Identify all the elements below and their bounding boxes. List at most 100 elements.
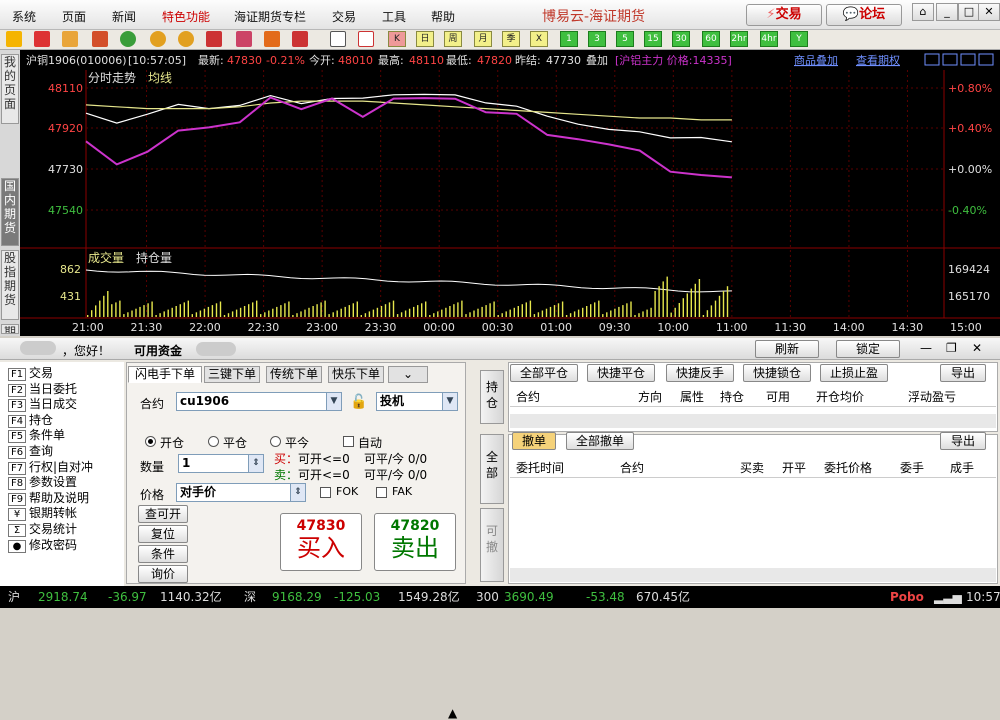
vtab-cancellable[interactable]: 可撤 [480,508,504,582]
qty-stepper[interactable]: 1 ⇕ [178,454,264,473]
nav-window-icon[interactable] [978,53,994,66]
side-tab-index-futures[interactable]: 股指期货 [1,250,19,320]
menu-haizheng[interactable]: 海证期货专栏 [234,8,306,25]
toolbar-key-60[interactable]: 60 [702,31,720,47]
home-icon[interactable] [34,31,50,47]
vtab-position[interactable]: 持仓 [480,370,504,424]
panel-close-icon[interactable]: ✕ [972,341,982,355]
tab-happy[interactable]: 快乐下单 [328,366,384,383]
fkey-item-11[interactable]: ● 修改密码 [8,538,77,553]
hedge-select[interactable]: 投机 ▼ [376,392,458,411]
price-select[interactable]: 对手价 ⇕ [176,483,306,502]
menu-page[interactable]: 页面 [62,8,86,25]
menu-help[interactable]: 帮助 [431,8,455,25]
toolbar-key-k[interactable]: K [388,31,406,47]
close-today-radio[interactable] [270,436,281,447]
back-icon[interactable] [6,31,22,47]
stepper-arrows-icon[interactable]: ⇕ [248,455,263,472]
fkey-item-5[interactable]: F6 查询 [8,444,53,459]
side-tab-domestic-futures[interactable]: 国内期货 [1,178,19,246]
sell-button[interactable]: 47820 卖出 [374,513,456,571]
export-positions-button[interactable]: 导出 [940,364,986,382]
fok-checkbox[interactable] [320,487,331,498]
tab-more-chevron-icon[interactable]: ⌄ [388,366,428,383]
commodity-overlay-link[interactable]: 商品叠加 [794,53,838,67]
home-icon[interactable]: ⌂ [912,3,934,21]
auto-checkbox[interactable] [343,436,354,447]
fkey-item-2[interactable]: F3 当日成交 [8,397,77,413]
fkey-item-3[interactable]: F4 持仓 [8,413,53,428]
toolbar-key-x[interactable]: X [530,31,548,47]
toolbar-key-15[interactable]: 15 [644,31,662,47]
unlock-icon[interactable]: 🔓 [350,394,367,410]
fkey-item-1[interactable]: F2 当日委托 [8,382,77,397]
toolbar-key-5[interactable]: 5 [616,31,634,47]
open-radio[interactable] [145,436,156,447]
stop-loss-button[interactable]: 止损止盈 [820,364,888,382]
panel-minimize-icon[interactable]: — [920,341,932,355]
toolbar-key-2hr[interactable]: 2hr [730,31,748,47]
orders-hscroll[interactable] [510,568,996,582]
nav-right-icon[interactable] [942,53,958,66]
menu-system[interactable]: 系统 [12,8,36,25]
nav-expand-icon[interactable] [960,53,976,66]
cancel-order-button[interactable]: 撤单 [512,432,556,450]
list-icon[interactable] [330,31,346,47]
close-icon[interactable]: ✕ [978,3,1000,21]
filter-icon[interactable] [292,31,308,47]
toolbar-key-season[interactable]: 季 [502,31,520,47]
close-all-button[interactable]: 全部平仓 [510,364,578,382]
zoom-in-icon[interactable] [150,31,166,47]
cancel-all-button[interactable]: 全部撤单 [566,432,634,450]
menu-tools[interactable]: 工具 [382,8,406,25]
fak-checkbox[interactable] [376,487,387,498]
toolbar-key-day[interactable]: 日 [416,31,434,47]
close-radio[interactable] [208,436,219,447]
tab-three-key[interactable]: 三键下单 [204,366,260,383]
minimize-icon[interactable]: _ [936,3,958,21]
menu-news[interactable]: 新闻 [112,8,136,25]
line-chart-icon[interactable] [358,31,374,47]
color-icon[interactable] [264,31,280,47]
toolbar-key-y[interactable]: Y [790,31,808,47]
maximize-icon[interactable]: □ [958,3,980,21]
refresh-icon[interactable] [120,31,136,47]
tab-flash-order[interactable]: 闪电手下单 [128,366,202,383]
fkey-item-6[interactable]: F7 行权|自对冲 [8,460,93,475]
quick-close-button[interactable]: 快捷平仓 [587,364,655,382]
collapse-up-icon[interactable]: ▲ [448,706,457,720]
view-options-link[interactable]: 查看期权 [856,53,900,67]
lock-button[interactable]: 锁定 [836,340,900,358]
refresh-button[interactable]: 刷新 [755,340,819,358]
stepper-arrows-icon[interactable]: ⇕ [290,484,305,501]
reset-button[interactable]: 复位 [138,525,188,543]
side-tab-my-page[interactable]: 我的页面 [1,54,19,124]
menu-features[interactable]: 特色功能 [162,8,210,25]
panel-restore-icon[interactable]: ❐ [946,341,957,355]
quick-lock-button[interactable]: 快捷锁仓 [743,364,811,382]
pen-icon[interactable] [236,31,252,47]
side-tab-options[interactable]: 期权报 [1,324,19,334]
fkey-item-9[interactable]: ¥ 银期转帐 [8,506,77,522]
toolbar-key-30[interactable]: 30 [672,31,690,47]
news-icon[interactable] [92,31,108,47]
quick-reverse-button[interactable]: 快捷反手 [666,364,734,382]
window-icon[interactable] [206,31,222,47]
fkey-item-0[interactable]: F1 交易 [8,366,53,381]
fkey-item-4[interactable]: F5 条件单 [8,428,65,444]
toolbar-key-week[interactable]: 周 [444,31,462,47]
tab-traditional[interactable]: 传统下单 [266,366,322,383]
fkey-item-8[interactable]: F9 帮助及说明 [8,491,89,506]
vtab-all[interactable]: 全部 [480,434,504,504]
condition-button[interactable]: 条件 [138,545,188,563]
buy-button[interactable]: 47830 买入 [280,513,362,571]
inquiry-button[interactable]: 询价 [138,565,188,583]
trade-button[interactable]: ⚡交易 [746,4,822,26]
toolbar-key-month[interactable]: 月 [474,31,492,47]
positions-hscroll[interactable] [510,414,996,428]
query-available-button[interactable]: 查可开 [138,505,188,523]
forum-button[interactable]: 💬论坛 [826,4,902,26]
contract-select[interactable]: cu1906 ▼ [176,392,342,411]
toolbar-key-4hr[interactable]: 4hr [760,31,778,47]
nav-left-icon[interactable] [924,53,940,66]
